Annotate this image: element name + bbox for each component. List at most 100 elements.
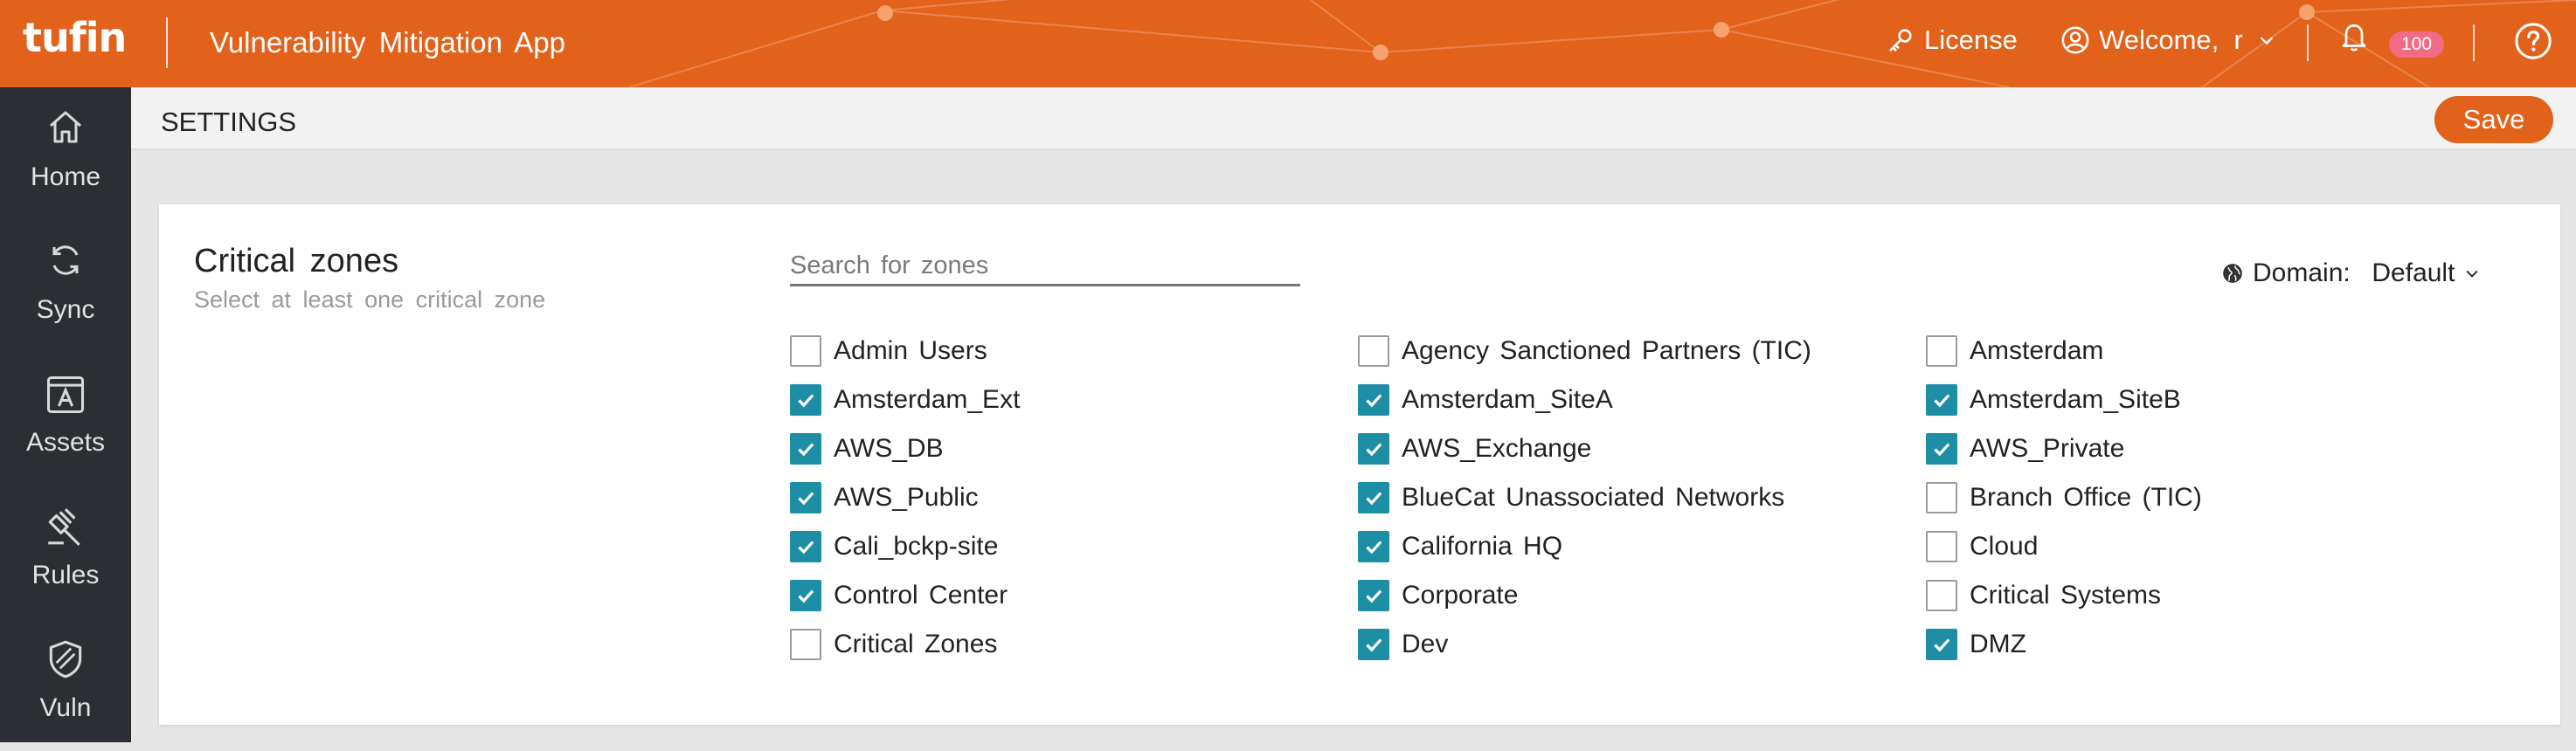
zone-label: AWS_Private: [1970, 434, 2125, 463]
sidebar-item-sync[interactable]: Sync: [0, 220, 131, 353]
zone-item[interactable]: Amsterdam_Ext: [790, 382, 1020, 417]
license-label: License: [1924, 24, 2018, 55]
check-icon: [1934, 394, 1950, 408]
zone-item[interactable]: California HQ: [1358, 529, 1562, 564]
zone-label: Cali_bckp-site: [834, 532, 999, 561]
zone-item[interactable]: DMZ: [1926, 627, 2026, 662]
check-icon: [1366, 638, 1382, 652]
zone-checkbox[interactable]: [1926, 531, 1957, 562]
zone-label: Dev: [1402, 630, 1449, 658]
zone-label: Agency Sanctioned Partners (TIC): [1402, 336, 1811, 365]
zone-checkbox[interactable]: [790, 482, 821, 513]
gavel-icon: [48, 508, 80, 546]
sidebar-item-vuln[interactable]: Vuln: [0, 618, 131, 751]
zone-checkbox[interactable]: [1358, 384, 1389, 416]
zone-checkbox[interactable]: [790, 531, 821, 562]
zone-label: Corporate: [1402, 581, 1519, 610]
zone-checkbox[interactable]: [1926, 384, 1957, 416]
page-title: SETTINGS: [161, 107, 297, 137]
globe-icon: [2223, 264, 2242, 283]
zone-checkbox[interactable]: [790, 384, 821, 416]
check-icon: [798, 394, 814, 408]
zone-checkbox[interactable]: [1358, 580, 1389, 611]
help-button[interactable]: [2513, 21, 2553, 61]
notifications-button[interactable]: [2338, 19, 2370, 54]
check-icon: [1366, 492, 1382, 506]
zone-item[interactable]: Cali_bckp-site: [790, 529, 998, 564]
zone-item[interactable]: AWS_DB: [790, 431, 944, 466]
header-divider-2: [2473, 24, 2475, 61]
zone-item[interactable]: Amsterdam_SiteB: [1926, 382, 2181, 417]
zone-checkbox[interactable]: [1358, 335, 1389, 367]
zone-checkbox[interactable]: [1358, 433, 1389, 465]
domain-selector[interactable]: Domain: Default: [2221, 258, 2481, 288]
zone-label: Amsterdam_SiteA: [1402, 385, 1613, 414]
zone-checkbox[interactable]: [790, 335, 821, 367]
zone-label: AWS_Exchange: [1402, 434, 1592, 463]
zone-item[interactable]: Amsterdam: [1926, 334, 2103, 369]
zone-item[interactable]: Amsterdam_SiteA: [1358, 382, 1613, 417]
zone-label: Critical Systems: [1970, 581, 2162, 610]
check-icon: [1366, 443, 1382, 457]
sync-icon: [52, 245, 79, 275]
zone-checkbox[interactable]: [1358, 482, 1389, 513]
notification-count: 100: [2389, 31, 2445, 58]
user-menu[interactable]: Welcome, r: [2060, 24, 2276, 56]
check-icon: [1366, 394, 1382, 408]
section-subtitle: Select at least one critical zone: [194, 286, 546, 313]
zone-label: Cloud: [1970, 532, 2039, 561]
zone-label: DMZ: [1970, 630, 2026, 658]
sidebar-item-label: Assets: [25, 428, 106, 457]
check-icon: [798, 492, 814, 506]
header-divider: [2307, 24, 2309, 61]
home-icon: [50, 111, 81, 143]
zone-item[interactable]: Agency Sanctioned Partners (TIC): [1358, 334, 1811, 369]
settings-bar: SETTINGS: [131, 87, 2576, 150]
zone-item[interactable]: Corporate: [1358, 578, 1518, 613]
zone-checkbox[interactable]: [1358, 629, 1389, 660]
sidebar-item-assets[interactable]: Assets: [0, 353, 131, 486]
zone-label: California HQ: [1402, 532, 1563, 561]
zone-item[interactable]: AWS_Public: [790, 480, 979, 515]
zone-item[interactable]: Dev: [1358, 627, 1448, 662]
chevron-down-icon: [2260, 37, 2273, 45]
sidebar-item-home[interactable]: Home: [0, 87, 131, 220]
zone-item[interactable]: AWS_Exchange: [1358, 431, 1591, 466]
zone-item[interactable]: Branch Office (TIC): [1926, 480, 2202, 515]
check-icon: [1366, 541, 1382, 555]
sidebar-item-label: Rules: [31, 561, 100, 589]
sidebar-item-rules[interactable]: Rules: [0, 486, 131, 618]
zone-item[interactable]: Admin Users: [790, 334, 987, 369]
check-icon: [798, 541, 814, 555]
zone-checkbox[interactable]: [790, 580, 821, 611]
zone-checkbox[interactable]: [1926, 433, 1957, 465]
domain-label: Domain: Default: [2253, 258, 2455, 287]
zone-item[interactable]: Control Center: [790, 578, 1008, 613]
key-icon: [1889, 29, 1912, 52]
help-icon: [2515, 23, 2552, 59]
check-icon: [798, 589, 814, 603]
license-link[interactable]: License: [1886, 24, 2018, 56]
zone-item[interactable]: Critical Systems: [1926, 578, 2161, 613]
zone-checkbox[interactable]: [1926, 629, 1957, 660]
zone-checkbox[interactable]: [1926, 335, 1957, 367]
zone-checkbox[interactable]: [1358, 531, 1389, 562]
check-icon: [1934, 638, 1950, 652]
zone-item[interactable]: Cloud: [1926, 529, 2038, 564]
zone-checkbox[interactable]: [790, 629, 821, 660]
search-input[interactable]: [790, 248, 1300, 286]
check-icon: [798, 443, 814, 457]
zone-item[interactable]: Critical Zones: [790, 627, 997, 662]
check-icon: [1366, 589, 1382, 603]
zone-checkbox[interactable]: [1926, 482, 1957, 513]
zone-checkbox[interactable]: [1926, 580, 1957, 611]
zone-checkbox[interactable]: [790, 433, 821, 465]
notification-badge: 100: [2389, 31, 2445, 58]
tufin-logo: tufin: [23, 14, 127, 61]
zone-item[interactable]: AWS_Private: [1926, 431, 2124, 466]
save-button[interactable]: Save: [2434, 96, 2553, 143]
zone-label: AWS_DB: [834, 434, 944, 463]
zone-item[interactable]: BlueCat Unassociated Networks: [1358, 480, 1784, 515]
critical-zones-card: Critical zones Select at least one criti…: [159, 204, 2560, 725]
check-icon: [1934, 443, 1950, 457]
